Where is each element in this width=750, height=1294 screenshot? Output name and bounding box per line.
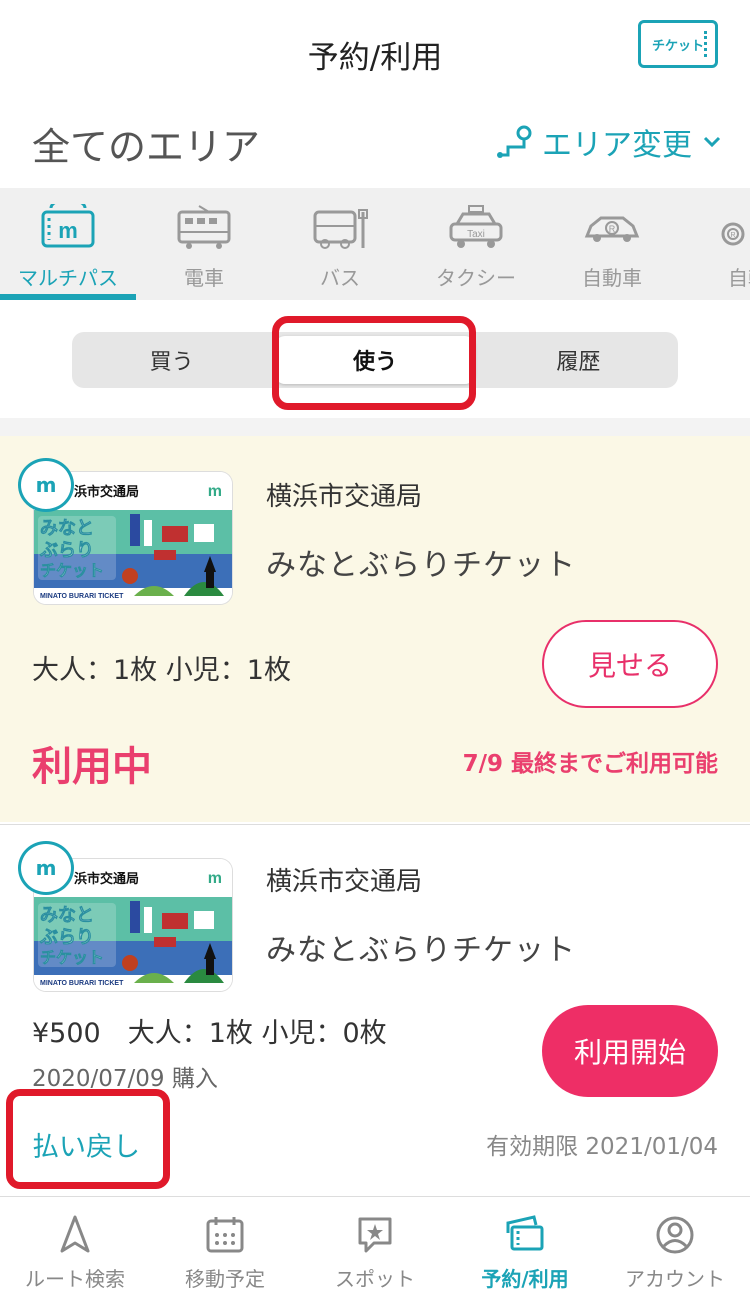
area-change-button[interactable]: エリア変更 [494,120,722,164]
nav-label: ルート検索 [25,1267,125,1291]
nav-route-search[interactable]: ルート検索 [0,1197,150,1294]
bus-icon [313,209,368,249]
segment-history[interactable]: 履歴 [479,332,678,388]
car-icon: R [584,216,640,242]
nav-label: 移動予定 [185,1267,265,1291]
nav-spot[interactable]: スポット [300,1197,450,1294]
calendar-icon [206,1217,244,1253]
purchase-date: 2020/07/09 購入 [32,1066,218,1092]
svg-text:Taxi: Taxi [467,229,485,240]
app-header: 予約/利用 チケット [0,0,750,108]
thumb-operator: 浜市交通局 [74,871,139,886]
thumb-caption: MINATO BURARI TICKET [40,980,124,987]
tab-car[interactable]: R 自動車 [544,188,680,300]
area-row: 全てのエリア エリア変更 [0,108,750,188]
thumb-line: みなと [40,905,94,925]
chevron-down-icon [703,136,721,148]
svg-text:m: m [58,218,78,243]
start-use-button[interactable]: 利用開始 [542,1005,718,1097]
taxi-icon: Taxi [449,205,503,248]
tab-label: 自転 [728,266,750,290]
tab-bicycle[interactable]: R 自転 [680,188,750,300]
nav-label: アカウント [625,1267,725,1291]
expiry-date: 有効期限 2021/01/04 [486,1134,718,1160]
thumb-line: チケット [40,949,104,967]
mode-tabs: m マルチパス 電車 バス Taxi タクシー R 自動車 R 自 [0,188,750,300]
nav-account[interactable]: アカウント [600,1197,750,1294]
section-divider [0,418,750,436]
nav-label: 予約/利用 [481,1267,569,1291]
multipass-badge-icon: m [18,458,74,512]
ticket-card-active: 浜市交通局 m みなと ぶらり チケット MINATO BURARI TICKE… [0,436,750,822]
bicycle-icon: R [721,222,745,246]
thumb-line: チケット [40,562,104,580]
tab-label: バス [320,266,360,290]
spot-icon [358,1217,392,1253]
area-change-label: エリア変更 [542,128,692,163]
segment-buy[interactable]: 買う [72,332,271,388]
tab-label: マルチパス [18,266,118,290]
thumb-line: ぶらり [39,927,94,947]
svg-text:R: R [730,232,735,239]
ticket-card-unused: 浜市交通局 m みなと ぶらり チケット MINATO BURARI TICKE… [0,824,750,1192]
ticket-quantity: 大人：1枚 小児：1枚 [32,655,291,686]
availability-text: 7/9 最終までご利用可能 [462,751,718,777]
svg-text:m: m [208,483,222,500]
ticket-icon [506,1215,544,1251]
thumb-line: みなと [40,518,94,538]
ticket-operator: 横浜市交通局 [266,482,423,512]
ticket-button-label: チケット [651,38,704,54]
area-title: 全てのエリア [32,125,261,169]
svg-text:R: R [609,224,616,234]
multipass-badge-icon: m [18,841,74,895]
nav-schedule[interactable]: 移動予定 [150,1197,300,1294]
ticket-name: みなとぶらりチケット [266,933,576,968]
svg-text:m: m [208,870,222,887]
tab-train[interactable]: 電車 [136,188,272,300]
highlight-box [272,316,476,410]
multipass-icon: m [41,204,95,248]
thumb-line: ぶらり [39,540,94,560]
ticket-name: みなとぶらりチケット [266,548,576,583]
status-badge: 利用中 [32,744,152,790]
train-icon [177,205,231,249]
nav-reservation[interactable]: 予約/利用 [450,1197,600,1294]
tab-label: 電車 [184,266,224,290]
tab-label: タクシー [436,266,516,290]
account-icon [656,1216,694,1254]
thumb-operator: 浜市交通局 [74,484,139,499]
highlight-box [6,1089,170,1189]
bottom-navigation: ルート検索 移動予定 スポット 予約/利用 アカウント [0,1196,750,1294]
route-search-icon [60,1215,90,1253]
map-pin-icon [497,125,532,158]
ticket-button[interactable]: チケット [638,20,718,68]
ticket-operator: 横浜市交通局 [266,867,423,897]
nav-label: スポット [335,1267,415,1291]
show-button[interactable]: 見せる [542,620,718,708]
tab-bus[interactable]: バス [272,188,408,300]
ticket-price-quantity: ¥500 大人：1枚 小児：0枚 [32,1018,387,1049]
tab-multipass[interactable]: m マルチパス [0,188,136,300]
tab-label: 自動車 [582,266,642,290]
tab-taxi[interactable]: Taxi タクシー [408,188,544,300]
thumb-caption: MINATO BURARI TICKET [40,593,124,600]
